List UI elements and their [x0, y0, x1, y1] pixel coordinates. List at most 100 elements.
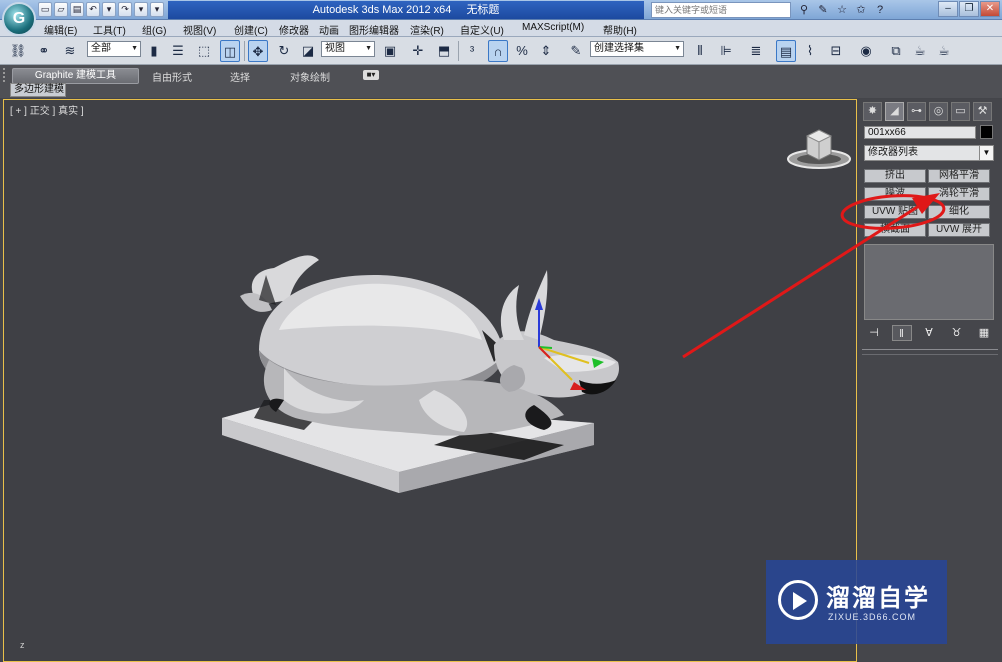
turbosmooth-button[interactable]: 涡轮平滑	[928, 187, 990, 201]
render-frame-icon[interactable]: ☕	[910, 40, 930, 62]
percent-snap-icon[interactable]: %	[512, 40, 532, 62]
menu-group[interactable]: 组(G)	[142, 22, 166, 37]
undo-dropdown-icon[interactable]: ▾	[102, 2, 116, 17]
object-color-swatch[interactable]	[980, 125, 993, 139]
tab-selection[interactable]: 选择	[230, 69, 250, 84]
minimize-icon[interactable]: –	[938, 1, 958, 17]
binoculars-icon[interactable]: ⚲	[796, 2, 812, 18]
ribbon-grip[interactable]	[3, 68, 7, 82]
object-name-field[interactable]: 001xx66	[864, 126, 976, 139]
undo-icon[interactable]: ↶	[86, 2, 100, 17]
restore-icon[interactable]: ❐	[959, 1, 979, 17]
hierarchy-tab-icon[interactable]: ⊶	[907, 102, 926, 121]
tab-graphite-modeling[interactable]: Graphite 建模工具	[12, 68, 139, 84]
ribbon-panel-polygon-modeling[interactable]: 多边形建模	[10, 83, 66, 97]
graphite-ribbon-toggle-icon[interactable]: ▤	[776, 40, 796, 62]
mirror-icon[interactable]: ⫴	[690, 40, 710, 62]
help-icon[interactable]: ?	[872, 2, 888, 18]
render-setup-icon[interactable]: ⧉	[886, 40, 906, 62]
3ds-max-logo-icon[interactable]: G	[2, 2, 36, 36]
angle-snap-icon[interactable]: ∩	[488, 40, 508, 62]
modify-tab-icon[interactable]: ◢	[885, 102, 904, 121]
menu-views[interactable]: 视图(V)	[183, 22, 216, 37]
bind-space-warp-icon[interactable]: ≋	[60, 40, 80, 62]
pin-stack-icon[interactable]: ⊣	[864, 325, 884, 341]
noise-button[interactable]: 噪波	[864, 187, 926, 201]
select-by-name-icon[interactable]: ☰	[168, 40, 188, 62]
menu-help[interactable]: 帮助(H)	[603, 22, 637, 37]
menu-rendering[interactable]: 渲染(R)	[410, 22, 444, 37]
star-icon[interactable]: ☆	[834, 2, 850, 18]
menu-bar: 编辑(E) 工具(T) 组(G) 视图(V) 创建(C) 修改器 动画 图形编辑…	[0, 20, 1002, 37]
layer-manager-icon[interactable]: ≣	[746, 40, 766, 62]
new-file-icon[interactable]: ▭	[38, 2, 52, 17]
select-move-icon[interactable]: ✥	[248, 40, 268, 62]
favorite-star-icon[interactable]: ✩	[853, 2, 869, 18]
save-file-icon[interactable]: ▤	[70, 2, 84, 17]
menu-graph-editors[interactable]: 图形编辑器	[349, 22, 399, 37]
window-crossing-icon[interactable]: ◫	[220, 40, 240, 62]
watermark: 溜溜自学 ZIXUE.3D66.COM	[766, 560, 947, 644]
unwrap-uvw-button[interactable]: UVW 展开	[928, 223, 990, 237]
window-title: Autodesk 3ds Max 2012 x64 无标题	[168, 1, 644, 19]
close-icon[interactable]: ✕	[980, 1, 1000, 17]
menu-maxscript[interactable]: MAXScript(M)	[522, 22, 584, 33]
snaps-toggle-icon[interactable]: ³	[462, 40, 482, 62]
tab-freeform[interactable]: 自由形式	[152, 69, 192, 84]
show-end-result-icon[interactable]: ‖	[891, 325, 912, 341]
tessellate-button[interactable]: 细化	[928, 205, 990, 219]
menu-animation[interactable]: 动画	[319, 22, 339, 37]
spinner-snap-icon[interactable]: ⇕	[536, 40, 556, 62]
named-selection-dropdown[interactable]: 创建选择集	[590, 41, 684, 57]
make-unique-icon[interactable]: ∀	[919, 325, 939, 341]
schematic-view-icon[interactable]: ⊟	[826, 40, 846, 62]
cross-section-button[interactable]: 横截面	[864, 223, 926, 237]
redo-icon[interactable]: ↷	[118, 2, 132, 17]
tab-object-paint[interactable]: 对象绘制	[290, 69, 330, 84]
motion-tab-icon[interactable]: ◎	[929, 102, 948, 121]
meshsmooth-button[interactable]: 网格平滑	[928, 169, 990, 183]
unlink-icon[interactable]: ⚭	[34, 40, 54, 62]
menu-tools[interactable]: 工具(T)	[93, 22, 126, 37]
rectangular-selection-icon[interactable]: ⬚	[194, 40, 214, 62]
select-rotate-icon[interactable]: ↻	[274, 40, 294, 62]
menu-create[interactable]: 创建(C)	[234, 22, 268, 37]
chevron-down-icon[interactable]: ▼	[979, 146, 993, 160]
extrude-button[interactable]: 挤出	[864, 169, 926, 183]
material-editor-icon[interactable]: ◉	[856, 40, 876, 62]
remove-modifier-icon[interactable]: ♉	[947, 325, 967, 341]
search-input[interactable]: 键入关键字或短语	[651, 2, 791, 18]
selection-filter-dropdown[interactable]: 全部	[87, 41, 141, 57]
select-scale-icon[interactable]: ◪	[298, 40, 318, 62]
render-production-icon[interactable]: ☕	[934, 40, 954, 62]
open-file-icon[interactable]: ▱	[54, 2, 68, 17]
redo-dropdown-icon[interactable]: ▾	[134, 2, 148, 17]
viewcube[interactable]	[786, 124, 852, 172]
keyboard-shortcut-override-icon[interactable]: ⬒	[434, 40, 454, 62]
link-icon[interactable]: ⛓	[8, 40, 28, 62]
uvw-map-button[interactable]: UVW 贴图	[864, 205, 926, 219]
configure-modifier-sets-icon[interactable]: ▦	[974, 325, 994, 341]
create-tab-icon[interactable]: ✸	[863, 102, 882, 121]
pivot-center-icon[interactable]: ▣	[380, 40, 400, 62]
toolbar-separator	[244, 41, 245, 61]
perspective-viewport[interactable]: [ + ] 正交 ] 真实 ] z	[3, 99, 857, 662]
menu-customize[interactable]: 自定义(U)	[460, 22, 504, 37]
reference-coordinate-dropdown[interactable]: 视图	[321, 41, 375, 57]
ribbon-options-icon[interactable]: ■▾	[363, 70, 379, 80]
modifier-list-dropdown[interactable]: 修改器列表 ▼	[864, 145, 994, 161]
utilities-tab-icon[interactable]: ⚒	[973, 102, 992, 121]
menu-edit[interactable]: 编辑(E)	[44, 22, 77, 37]
edit-named-selection-icon[interactable]: ✎	[566, 40, 586, 62]
menu-modifiers[interactable]: 修改器	[279, 22, 309, 37]
modifier-stack[interactable]	[864, 244, 994, 320]
wrench-icon[interactable]: ✎	[815, 2, 831, 18]
watermark-url: ZIXUE.3D66.COM	[828, 612, 917, 622]
align-icon[interactable]: ⊫	[716, 40, 736, 62]
curve-editor-icon[interactable]: ⌇	[800, 40, 820, 62]
display-tab-icon[interactable]: ▭	[951, 102, 970, 121]
select-object-icon[interactable]: ▮	[144, 40, 164, 62]
panel-divider	[862, 354, 998, 355]
select-manipulate-icon[interactable]: ✛	[408, 40, 428, 62]
customize-dropdown-icon[interactable]: ▾	[150, 2, 164, 17]
